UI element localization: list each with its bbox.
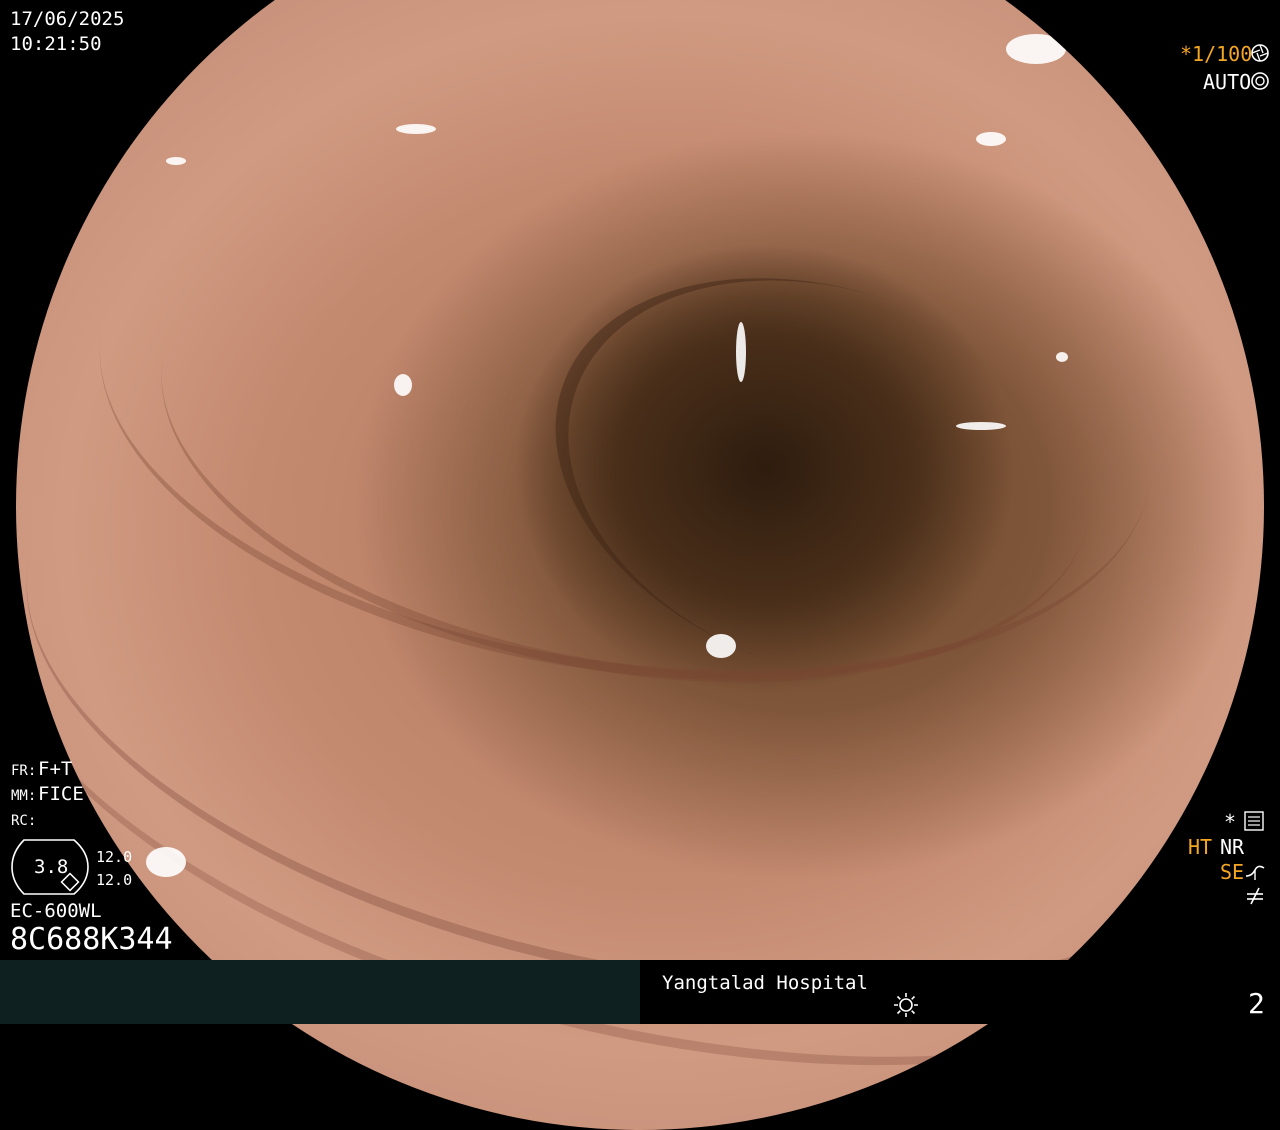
scope-model: EC-600WL	[10, 900, 102, 922]
menu-settings-icon	[1244, 811, 1264, 831]
fr-label: FR:	[11, 763, 37, 779]
fr-value: F+T	[38, 758, 73, 780]
iris-mode: AUTO	[1203, 70, 1252, 94]
shutter-icon	[1251, 44, 1269, 62]
not-equal-icon	[1247, 887, 1263, 905]
hospital-name: Yangtalad Hospital	[662, 972, 868, 994]
star-marker: *	[1224, 810, 1237, 834]
date-text: 17/06/2025	[10, 8, 125, 30]
zoom-upper: 12.0	[96, 848, 133, 866]
image-number: 2	[1248, 987, 1265, 1020]
iris-icon	[1251, 72, 1269, 90]
mm-value: FICE	[38, 783, 84, 805]
zoom-lower: 12.0	[96, 871, 133, 889]
footer-left-panel	[0, 960, 640, 1024]
zoom-value: 3.8	[34, 856, 69, 878]
rc-label: RC:	[11, 813, 37, 829]
light-icon	[894, 993, 918, 1017]
time-text: 10:21:50	[10, 33, 102, 55]
mm-label: MM:	[11, 788, 37, 804]
serial-number: 8C688K344	[10, 922, 173, 957]
se-indicator: SE	[1220, 860, 1245, 884]
shutter-speed: *1/100	[1180, 42, 1253, 66]
ht-indicator: HT	[1188, 835, 1213, 859]
nr-indicator: NR	[1220, 835, 1245, 859]
curve-icon	[1245, 865, 1265, 880]
